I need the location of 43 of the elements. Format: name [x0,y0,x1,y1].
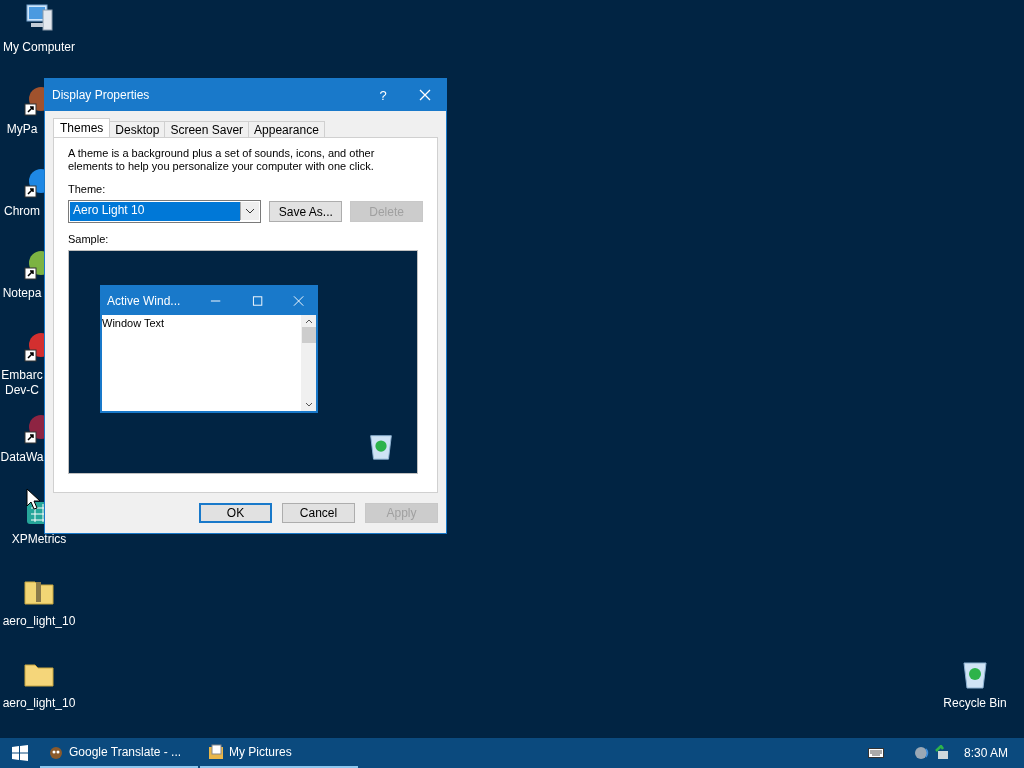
help-button[interactable]: ? [362,79,404,111]
pictures-folder-icon [208,744,224,760]
dialog-button[interactable]: Cancel [282,503,355,523]
tab[interactable]: Desktop [109,121,166,137]
icon-label: XPMetrics [11,532,67,547]
theme-label: Theme: [68,183,107,195]
scroll-up-icon [303,317,314,325]
icon-label: DataWa [0,450,44,465]
tab[interactable]: Themes [53,118,111,137]
icon-label: Notepa [2,286,42,301]
maximize-icon [251,295,263,307]
icon-label: My Computer [3,40,75,55]
icon-label: Embarc [1,368,43,383]
dialog-button[interactable]: OK [199,503,272,523]
tab[interactable]: Screen Saver [164,121,250,137]
speaker-icon[interactable] [913,745,930,761]
close-icon [292,295,304,307]
network-icon[interactable] [933,745,950,761]
icon-label: Chrom [4,204,40,219]
tab[interactable]: Appearance [248,121,325,137]
close-icon [419,89,431,101]
computer-icon[interactable] [23,2,55,34]
taskbar-button[interactable]: My Pictures [200,738,358,768]
theme-button[interactable]: Save As... [269,201,343,222]
description-text: A theme is a background plus a set of sounds, icons, and other elements to help you personalize your computer with one click. [68,147,376,173]
theme-dropdown[interactable]: Aero Light 10 [68,200,262,223]
icon-label: MyPa [6,122,38,137]
icon-label: Recycle Bin [943,696,1007,711]
sample-label: Sample: [68,233,110,245]
window-text: Window Text [102,316,166,329]
icon-label: aero_light_10 [2,696,76,711]
window-title: Display Properties [51,88,151,102]
windows-logo-icon [12,745,28,761]
scroll-down-icon [303,401,314,409]
taskbar-button[interactable]: Google Translate - ... [40,738,198,768]
mouse-cursor-icon [26,488,40,510]
icon-label: aero_light_10 [2,614,76,629]
sample-window-title: Active Wind... [107,294,181,308]
keyboard-icon[interactable] [867,748,884,758]
clock[interactable]: 8:30 AM [953,746,1024,760]
scroll-thumb[interactable] [301,327,316,343]
app-icon [48,744,64,760]
icon-label: Dev-C [5,383,39,398]
